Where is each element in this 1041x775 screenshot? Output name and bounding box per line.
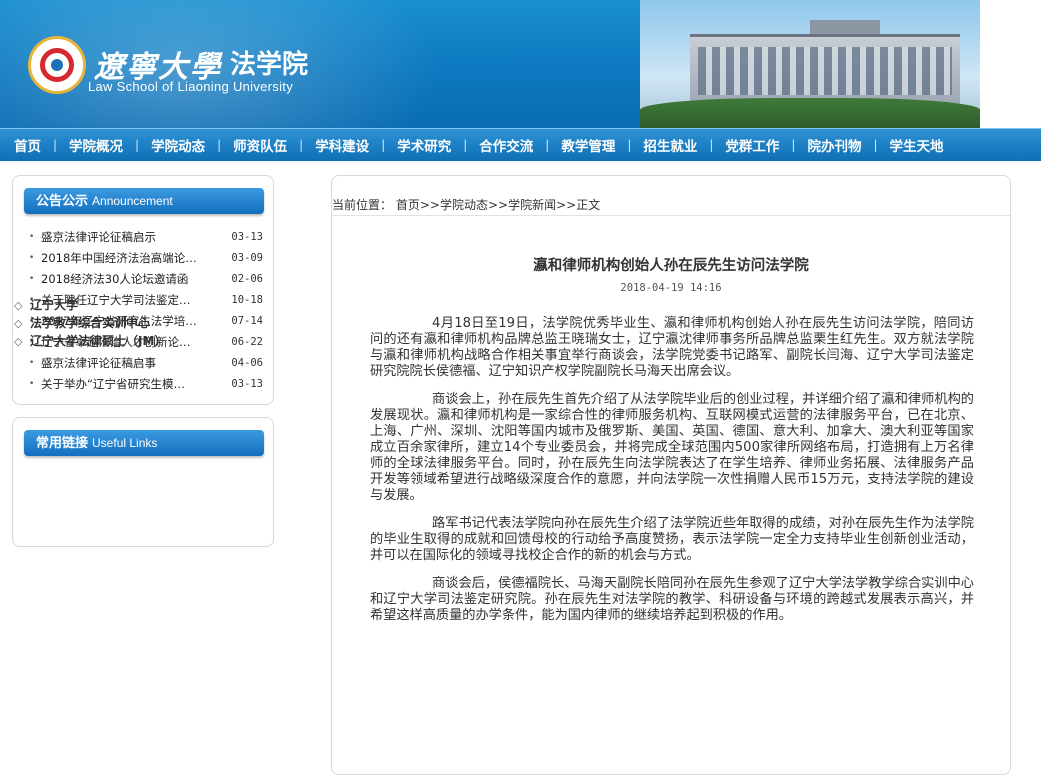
announcement-item-title[interactable]: 盛京法律评论征稿启示 bbox=[41, 227, 205, 248]
nav-item-7[interactable]: 教学管理 bbox=[561, 135, 615, 155]
announcement-item[interactable]: • 关于举办“辽宁省研究生模… 03-13 bbox=[29, 374, 269, 395]
nav-separator: | bbox=[135, 138, 140, 152]
nav-separator: | bbox=[627, 138, 632, 152]
nav-separator: | bbox=[545, 138, 550, 152]
announcement-title-cn: 公告公示 bbox=[36, 194, 89, 209]
article-panel: 当前位置： 首页>>学院动态>>学院新闻>>正文 瀛和律师机构创始人孙在辰先生访… bbox=[331, 175, 1011, 775]
campus-building-image bbox=[640, 0, 980, 128]
breadcrumb-separator: >> bbox=[419, 198, 440, 212]
bullet-icon: • bbox=[29, 379, 35, 389]
article-paragraph: 商谈会后，侯德福院长、马海天副院长陪同孙在辰先生参观了辽宁大学法学教学综合实训中… bbox=[370, 576, 974, 623]
nav-item-4[interactable]: 学科建设 bbox=[315, 135, 369, 155]
links-title: 常用链接 Useful Links bbox=[24, 430, 264, 456]
announcement-item-date: 02-06 bbox=[231, 273, 263, 285]
nav-item-3[interactable]: 师资队伍 bbox=[233, 135, 287, 155]
announcement-item-date: 03-13 bbox=[231, 378, 263, 390]
nav-separator: | bbox=[873, 138, 878, 152]
nav-item-11[interactable]: 学生天地 bbox=[890, 135, 944, 155]
nav-separator: | bbox=[53, 138, 58, 152]
announcement-title: 公告公示 Announcement bbox=[24, 188, 264, 214]
article-body: 4月18日至19日，法学院优秀毕业生、瀛和律师机构创始人孙在辰先生访问法学院，陪… bbox=[370, 316, 974, 636]
site-header: 遼寧大學 法学院 Law School of Liaoning Universi… bbox=[0, 0, 1041, 128]
announcement-item-date: 04-06 bbox=[231, 357, 263, 369]
announcement-item-date: 10-18 bbox=[231, 294, 263, 306]
bullet-icon: • bbox=[29, 232, 35, 242]
nav-item-0[interactable]: 首页 bbox=[0, 135, 41, 155]
nav-item-10[interactable]: 院办刊物 bbox=[807, 135, 861, 155]
bullet-icon: • bbox=[29, 274, 35, 284]
announcement-item-date: 03-13 bbox=[231, 231, 263, 243]
announcement-item-date: 03-09 bbox=[231, 252, 263, 264]
nav-separator: | bbox=[381, 138, 386, 152]
announcement-box: 公告公示 Announcement • 盛京法律评论征稿启示 03-13 • 2018年中… bbox=[12, 175, 274, 405]
bullet-icon: • bbox=[29, 253, 35, 263]
logo-dot bbox=[51, 59, 63, 71]
school-name[interactable]: 法学院 bbox=[230, 44, 308, 81]
diamond-bullet-icon: ◇ bbox=[14, 317, 23, 330]
useful-link-item[interactable]: ◇ 法学教学综合实训中心 bbox=[14, 314, 166, 332]
nav-item-5[interactable]: 学术研究 bbox=[397, 135, 451, 155]
useful-link-label[interactable]: 法学教学综合实训中心 bbox=[30, 316, 150, 330]
useful-links-list: ◇ 辽宁大学 ◇ 法学教学综合实训中心 ◇ 辽宁大学法律硕士（JM） bbox=[14, 296, 166, 350]
nav-separator: | bbox=[463, 138, 468, 152]
useful-link-item[interactable]: ◇ 辽宁大学 bbox=[14, 296, 166, 314]
breadcrumb-separator: >> bbox=[487, 198, 509, 212]
breadcrumb-prefix: 当前位置： bbox=[332, 198, 393, 212]
article-paragraph: 路军书记代表法学院向孙在辰先生介绍了法学院近些年取得的成绩，对孙在辰先生作为法学… bbox=[370, 516, 974, 563]
sidebar: 公告公示 Announcement • 盛京法律评论征稿启示 03-13 • 2018年中… bbox=[12, 175, 274, 547]
announcement-item[interactable]: • 2018经济法30人论坛邀请函 02-06 bbox=[29, 269, 269, 290]
article-date: 2018-04-19 14:16 bbox=[620, 282, 722, 294]
nav-item-9[interactable]: 党群工作 bbox=[725, 135, 779, 155]
main-nav: 首页 | 学院概况 | 学院动态 | 师资队伍 | 学科建设 | 学术研究 | 合作交流 | 教学管理 | 招生… bbox=[0, 128, 1041, 161]
announcement-item[interactable]: • 2018年中国经济法治高端论… 03-09 bbox=[29, 248, 269, 269]
article-paragraph: 4月18日至19日，法学院优秀毕业生、瀛和律师机构创始人孙在辰先生访问法学院，陪… bbox=[370, 316, 974, 379]
breadcrumb-item[interactable]: 学院动态 bbox=[440, 198, 488, 212]
nav-item-8[interactable]: 招生就业 bbox=[643, 135, 697, 155]
breadcrumb-item: 正文 bbox=[576, 198, 601, 212]
header-blank bbox=[980, 0, 1041, 128]
university-logo-icon[interactable] bbox=[28, 36, 86, 94]
useful-link-item[interactable]: ◇ 辽宁大学法律硕士（JM） bbox=[14, 332, 166, 350]
nav-separator: | bbox=[791, 138, 796, 152]
announcement-item[interactable]: • 盛京法律评论征稿启事 04-06 bbox=[29, 353, 269, 374]
announcement-item-date: 06-22 bbox=[231, 336, 263, 348]
announcement-item-title[interactable]: 关于举办“辽宁省研究生模… bbox=[41, 374, 205, 395]
announcement-item-title[interactable]: 2018经济法30人论坛邀请函 bbox=[41, 269, 205, 290]
nav-list: 首页 | 学院概况 | 学院动态 | 师资队伍 | 学科建设 | 学术研究 | 合作交流 | 教学管理 | 招生… bbox=[0, 129, 1041, 161]
announcement-title-en: Announcement bbox=[92, 194, 173, 208]
school-name-en: Law School of Liaoning University bbox=[88, 79, 294, 94]
breadcrumb-item[interactable]: 学院新闻 bbox=[508, 198, 556, 212]
announcement-item-title[interactable]: 2018年中国经济法治高端论… bbox=[41, 248, 205, 269]
diamond-bullet-icon: ◇ bbox=[14, 299, 23, 312]
diamond-bullet-icon: ◇ bbox=[14, 335, 23, 348]
nav-item-1[interactable]: 学院概况 bbox=[69, 135, 123, 155]
nav-item-2[interactable]: 学院动态 bbox=[151, 135, 205, 155]
announcement-item-title[interactable]: 盛京法律评论征稿启事 bbox=[41, 353, 205, 374]
breadcrumb-item[interactable]: 首页 bbox=[396, 198, 420, 212]
nav-separator: | bbox=[217, 138, 222, 152]
breadcrumb-separator: >> bbox=[556, 198, 577, 212]
article-title: 瀛和律师机构创始人孙在辰先生访问法学院 bbox=[533, 258, 809, 274]
nav-separator: | bbox=[299, 138, 304, 152]
useful-link-label[interactable]: 辽宁大学法律硕士（JM） bbox=[30, 334, 166, 348]
announcement-item[interactable]: • 盛京法律评论征稿启示 03-13 bbox=[29, 227, 269, 248]
bullet-icon: • bbox=[29, 358, 35, 368]
nav-separator: | bbox=[709, 138, 714, 152]
useful-link-label[interactable]: 辽宁大学 bbox=[30, 298, 78, 312]
links-box: 常用链接 Useful Links bbox=[12, 417, 274, 547]
links-title-en: Useful Links bbox=[92, 436, 158, 450]
nav-item-6[interactable]: 合作交流 bbox=[479, 135, 533, 155]
links-title-cn: 常用链接 bbox=[36, 436, 89, 451]
building-trees bbox=[640, 98, 980, 128]
breadcrumb: 当前位置： 首页>>学院动态>>学院新闻>>正文 bbox=[332, 195, 1010, 216]
article-paragraph: 商谈会上，孙在辰先生首先介绍了从法学院毕业后的创业过程，并详细介绍了瀛和律师机构… bbox=[370, 392, 974, 503]
announcement-item-date: 07-14 bbox=[231, 315, 263, 327]
